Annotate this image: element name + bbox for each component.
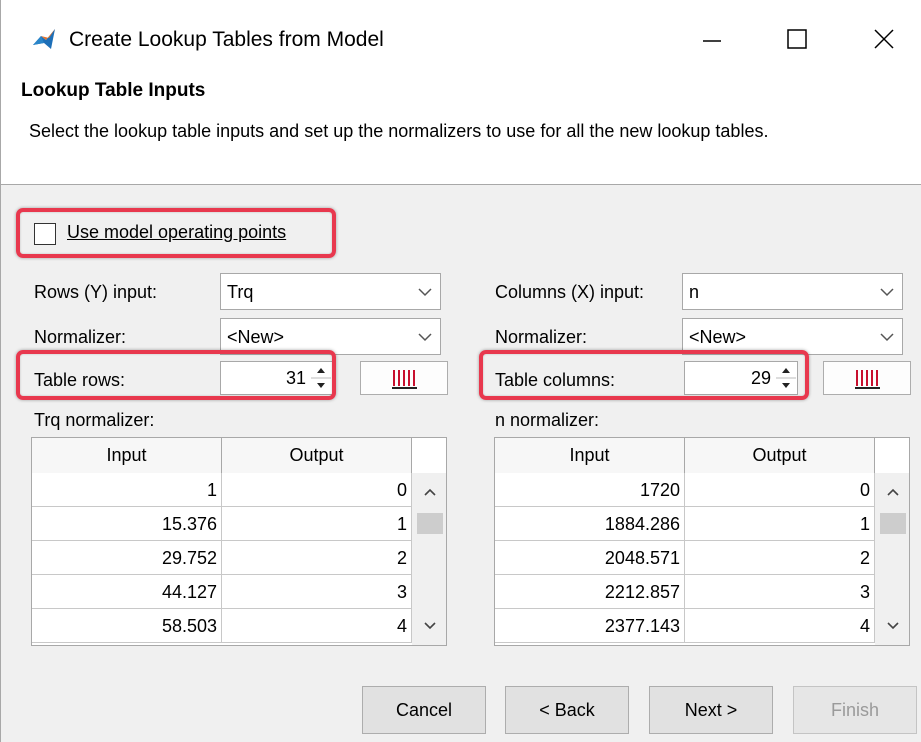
table-row[interactable]: 1 0: [32, 473, 412, 507]
cell-input[interactable]: 58.503: [32, 609, 222, 643]
cell-output[interactable]: 0: [222, 473, 412, 507]
title-bar[interactable]: Create Lookup Tables from Model: [1, 0, 921, 72]
scrollbar-thumb[interactable]: [880, 513, 906, 534]
minimize-icon: [703, 40, 721, 42]
finish-button[interactable]: Finish: [793, 686, 917, 734]
table-row[interactable]: 29.752 2: [32, 541, 412, 575]
use-operating-points-checkbox[interactable]: [34, 223, 56, 245]
chevron-up-icon[interactable]: [420, 485, 440, 499]
cols-normalizer-label: Normalizer:: [495, 327, 588, 347]
cell-input[interactable]: 1884.286: [495, 507, 685, 541]
cols-input-label: Columns (X) input:: [495, 282, 645, 302]
table-rows-label: Table rows:: [34, 370, 126, 390]
table-rows-spinner[interactable]: 31: [220, 361, 333, 395]
spinner-arrows-icon[interactable]: [775, 362, 797, 394]
cell-output[interactable]: 2: [222, 541, 412, 575]
rows-input-label: Rows (Y) input:: [34, 282, 158, 302]
dialog-window: Create Lookup Tables from Model Lookup T…: [0, 0, 921, 742]
table-body: 1 0 15.376 1 29.752 2 44.127 3 58.503 4: [32, 473, 412, 643]
table-header: Input Output: [32, 438, 412, 473]
bars-icon: [855, 370, 880, 389]
table-row[interactable]: 44.127 3: [32, 575, 412, 609]
next-button[interactable]: Next >: [649, 686, 773, 734]
rows-normalizer-select[interactable]: <New>: [220, 318, 441, 355]
rows-normalizer-label: Normalizer:: [34, 327, 127, 347]
table-row[interactable]: 1884.286 1: [495, 507, 875, 541]
table-rows-value: 31: [285, 368, 306, 388]
spinner-arrows-icon[interactable]: [310, 362, 332, 394]
chevron-down-icon: [418, 333, 432, 342]
table-header: Input Output: [495, 438, 875, 473]
back-button[interactable]: < Back: [505, 686, 629, 734]
cell-output[interactable]: 4: [222, 609, 412, 643]
chevron-down-icon: [880, 288, 894, 297]
cols-input-value: n: [689, 282, 700, 302]
table-columns-label: Table columns:: [495, 370, 616, 390]
cell-input[interactable]: 1720: [495, 473, 685, 507]
table-row[interactable]: 2212.857 3: [495, 575, 875, 609]
cell-input[interactable]: 1: [32, 473, 222, 507]
cell-output[interactable]: 3: [222, 575, 412, 609]
bars-icon: [392, 370, 417, 389]
table-row[interactable]: 2377.143 4: [495, 609, 875, 643]
table-columns-value: 29: [750, 368, 771, 388]
cell-input[interactable]: 2048.571: [495, 541, 685, 575]
cell-input[interactable]: 44.127: [32, 575, 222, 609]
use-operating-points-label[interactable]: Use model operating points: [67, 222, 286, 243]
rows-normalizer-value: <New>: [227, 327, 285, 347]
matlab-icon: [33, 29, 55, 49]
window-title: Create Lookup Tables from Model: [69, 28, 384, 51]
rows-normalizer-table[interactable]: Input Output 1 0 15.376 1 29.752 2 44.12…: [31, 437, 447, 646]
cols-normalizer-table[interactable]: Input Output 1720 0 1884.286 1 2048.571 …: [494, 437, 910, 646]
rows-table-scrollbar[interactable]: [412, 473, 446, 645]
rows-input-select[interactable]: Trq: [220, 273, 441, 310]
cols-table-scrollbar[interactable]: [875, 473, 909, 645]
cols-normalizer-value: <New>: [689, 327, 747, 347]
column-header-input[interactable]: Input: [495, 438, 685, 473]
chevron-down-icon: [880, 333, 894, 342]
table-row[interactable]: 1720 0: [495, 473, 875, 507]
cell-output[interactable]: 2: [685, 541, 875, 575]
cell-input[interactable]: 15.376: [32, 507, 222, 541]
cols-breakpoint-button[interactable]: [823, 361, 911, 395]
column-header-output[interactable]: Output: [685, 438, 875, 473]
cancel-button[interactable]: Cancel: [362, 686, 486, 734]
cols-input-select[interactable]: n: [682, 273, 903, 310]
column-header-input[interactable]: Input: [32, 438, 222, 473]
page-title: Lookup Table Inputs: [21, 80, 206, 101]
cell-input[interactable]: 29.752: [32, 541, 222, 575]
table-row[interactable]: 15.376 1: [32, 507, 412, 541]
close-icon: [874, 29, 894, 49]
chevron-down-icon[interactable]: [883, 619, 903, 633]
table-columns-spinner[interactable]: 29: [684, 361, 798, 395]
cell-input[interactable]: 2212.857: [495, 575, 685, 609]
minimize-button[interactable]: [683, 18, 743, 60]
rows-input-value: Trq: [227, 282, 254, 302]
cols-table-label: n normalizer:: [495, 410, 600, 430]
page-description: Select the lookup table inputs and set u…: [29, 121, 769, 141]
chevron-down-icon[interactable]: [420, 619, 440, 633]
maximize-button[interactable]: [767, 18, 827, 60]
chevron-down-icon: [418, 288, 432, 297]
cell-output[interactable]: 1: [222, 507, 412, 541]
cell-output[interactable]: 1: [685, 507, 875, 541]
column-header-output[interactable]: Output: [222, 438, 412, 473]
table-row[interactable]: 2048.571 2: [495, 541, 875, 575]
table-body: 1720 0 1884.286 1 2048.571 2 2212.857 3 …: [495, 473, 875, 643]
cell-input[interactable]: 2377.143: [495, 609, 685, 643]
close-button[interactable]: [853, 18, 913, 60]
cell-output[interactable]: 0: [685, 473, 875, 507]
cell-output[interactable]: 3: [685, 575, 875, 609]
cols-normalizer-select[interactable]: <New>: [682, 318, 903, 355]
cell-output[interactable]: 4: [685, 609, 875, 643]
rows-breakpoint-button[interactable]: [360, 361, 448, 395]
scrollbar-thumb[interactable]: [417, 513, 443, 534]
rows-table-label: Trq normalizer:: [34, 410, 155, 430]
maximize-icon: [787, 29, 807, 49]
chevron-up-icon[interactable]: [883, 485, 903, 499]
wizard-header: Lookup Table Inputs Select the lookup ta…: [1, 72, 921, 184]
table-row[interactable]: 58.503 4: [32, 609, 412, 643]
